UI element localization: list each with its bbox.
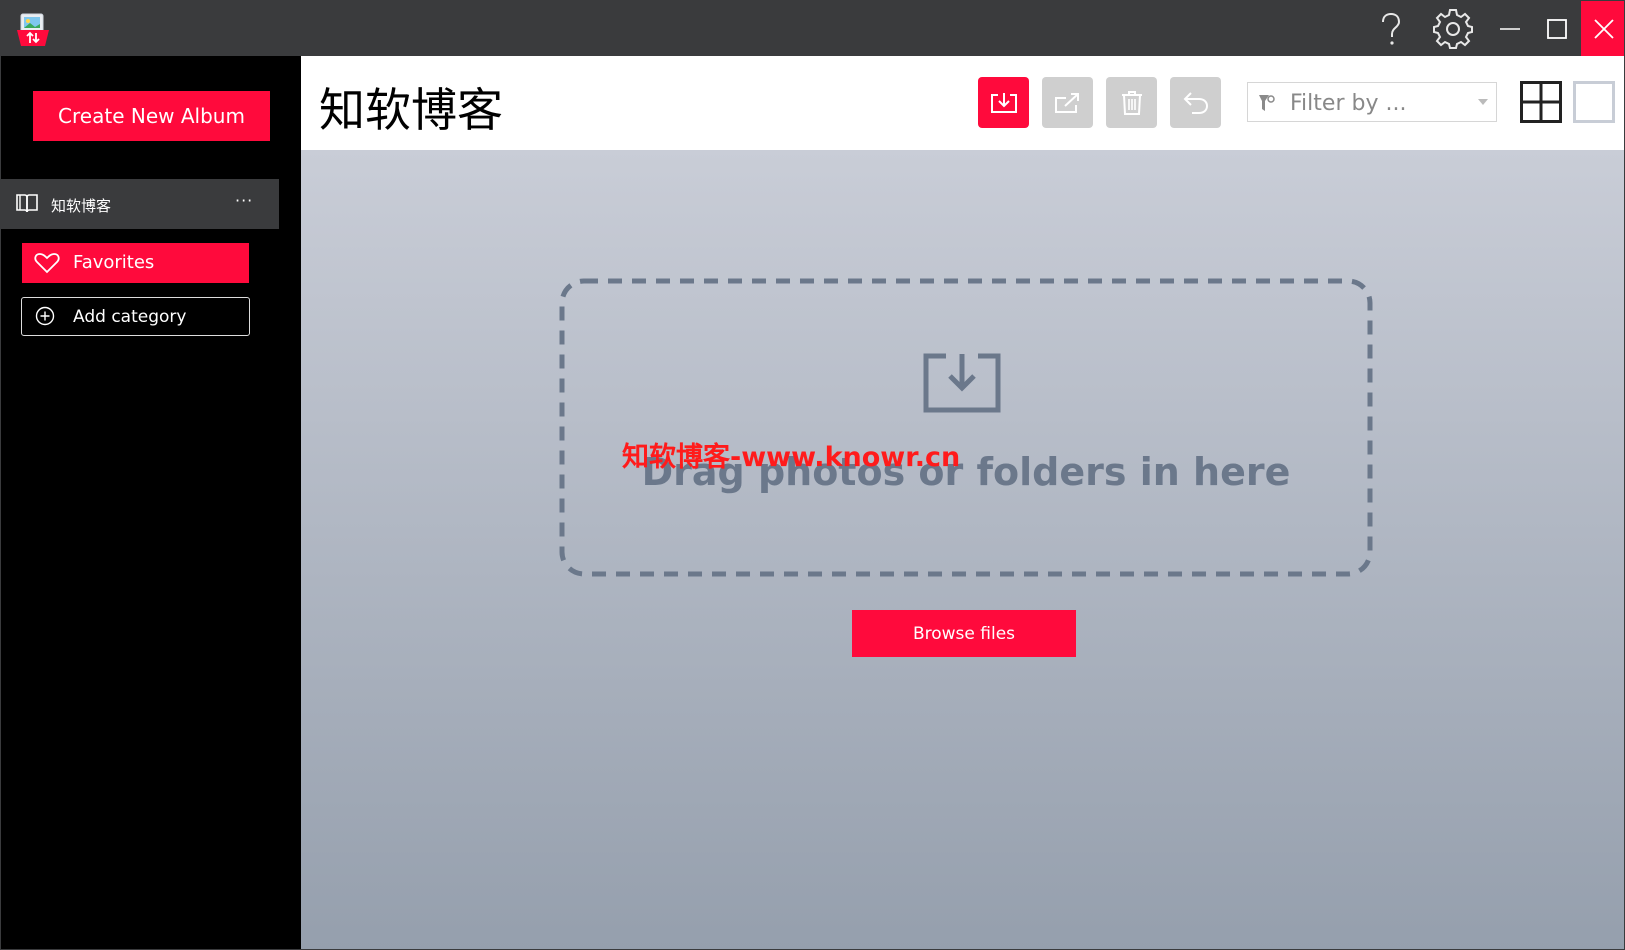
- single-view-icon[interactable]: [1573, 81, 1615, 123]
- delete-button[interactable]: [1106, 77, 1157, 128]
- page-title: 知软博客: [319, 83, 503, 137]
- album-more-button[interactable]: ···: [235, 191, 253, 210]
- import-icon: [990, 92, 1017, 113]
- plus-circle-icon: [35, 306, 55, 326]
- app-window: Create New Album 知软博客 ··· Favorites Add …: [0, 0, 1625, 950]
- add-category-label: Add category: [73, 307, 187, 327]
- close-icon: [1593, 18, 1614, 39]
- export-icon: [1054, 92, 1079, 113]
- title-bar: [1, 1, 1624, 56]
- sidebar-item-album[interactable]: 知软博客 ···: [1, 179, 279, 229]
- filter-dropdown[interactable]: [1247, 82, 1497, 122]
- filter-icon: [1259, 95, 1275, 111]
- filter-input[interactable]: [1288, 88, 1472, 118]
- create-new-album-button[interactable]: Create New Album: [33, 91, 270, 141]
- trash-icon: [1121, 90, 1142, 115]
- dropzone-border: [559, 278, 1373, 577]
- sidebar: Create New Album 知软博客 ··· Favorites Add …: [1, 56, 301, 949]
- export-button[interactable]: [1042, 77, 1093, 128]
- chevron-down-icon: [1478, 99, 1488, 105]
- minimize-icon: [1500, 27, 1520, 30]
- minimize-button[interactable]: [1485, 1, 1535, 56]
- heart-icon: [34, 253, 60, 274]
- close-button[interactable]: [1581, 1, 1624, 56]
- undo-icon: [1183, 91, 1208, 114]
- import-tray-icon: [923, 353, 1001, 413]
- drop-area[interactable]: Drag photos or folders in here 知软博客-www.…: [301, 150, 1624, 949]
- grid-view-icon[interactable]: [1520, 81, 1562, 123]
- gear-icon: [1433, 8, 1473, 49]
- watermark-text: 知软博客-www.knowr.cn: [622, 442, 961, 473]
- favorites-category[interactable]: Favorites: [22, 243, 249, 283]
- help-icon: [1382, 12, 1401, 45]
- import-button[interactable]: [978, 77, 1029, 128]
- add-category-button[interactable]: Add category: [21, 297, 250, 336]
- maximize-icon: [1547, 18, 1567, 39]
- album-label: 知软博客: [51, 197, 112, 215]
- browse-files-button[interactable]: Browse files: [852, 610, 1076, 657]
- maximize-button[interactable]: [1532, 1, 1582, 56]
- undo-button[interactable]: [1170, 77, 1221, 128]
- photo-album-app-icon: [17, 13, 49, 46]
- favorites-label: Favorites: [73, 252, 155, 273]
- settings-button[interactable]: [1428, 1, 1478, 56]
- header: 知软博客: [301, 56, 1624, 150]
- help-button[interactable]: [1366, 1, 1416, 56]
- book-icon: [16, 194, 38, 213]
